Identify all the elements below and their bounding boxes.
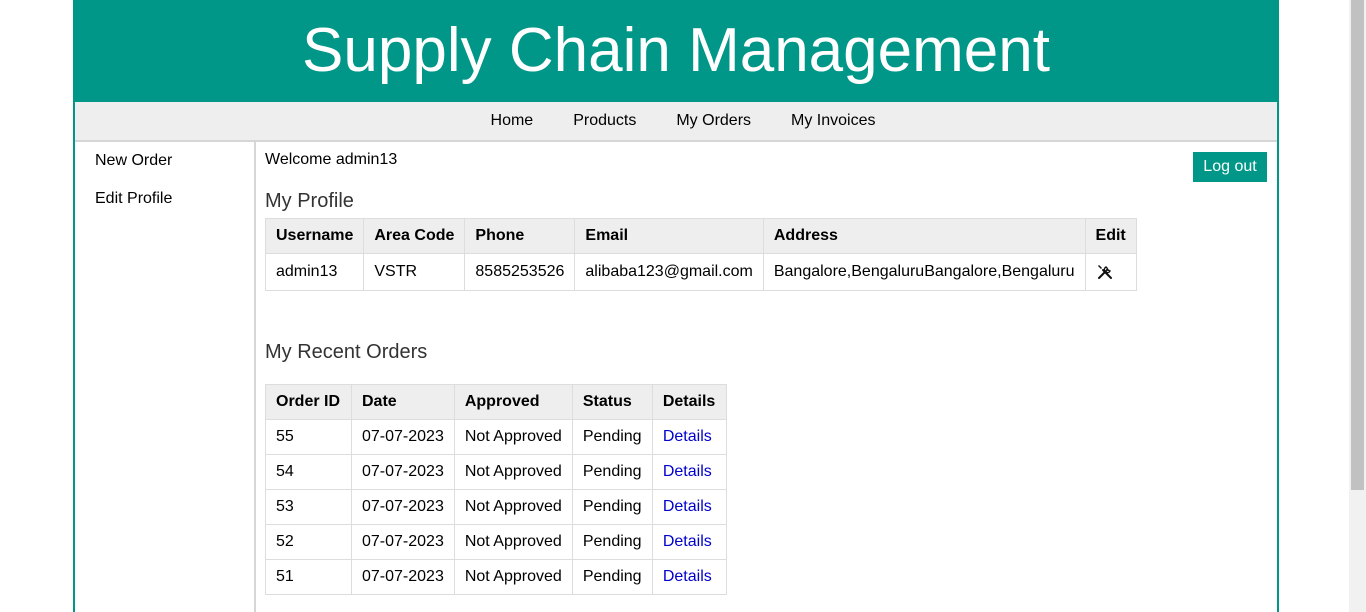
order-id: 55	[265, 419, 352, 455]
order-details-cell: Details	[651, 419, 727, 455]
col-edit: Edit	[1084, 218, 1137, 254]
page-container: Supply Chain Management Home Products My…	[73, 0, 1279, 612]
profile-email: alibaba123@gmail.com	[574, 253, 764, 291]
col-address: Address	[762, 218, 1086, 254]
profile-table: Username Area Code Phone Email Address E…	[264, 218, 1137, 291]
order-date: 07-07-2023	[351, 419, 455, 455]
order-date: 07-07-2023	[351, 524, 455, 560]
order-status: Pending	[571, 454, 653, 490]
order-id: 51	[265, 559, 352, 595]
order-status: Pending	[571, 559, 653, 595]
order-approved: Not Approved	[453, 489, 573, 525]
logout-button[interactable]: Log out	[1193, 152, 1267, 182]
col-approved: Approved	[453, 384, 573, 420]
order-details-link[interactable]: Details	[663, 568, 712, 585]
order-id: 53	[265, 489, 352, 525]
order-details-cell: Details	[651, 559, 727, 595]
welcome-message: Welcome admin13	[265, 151, 398, 168]
nav-products[interactable]: Products	[553, 102, 656, 140]
order-approved: Not Approved	[453, 454, 573, 490]
profile-username: admin13	[264, 253, 365, 291]
table-row: 54 07-07-2023 Not Approved Pending Detai…	[265, 454, 727, 490]
order-date: 07-07-2023	[351, 454, 455, 490]
table-row: 55 07-07-2023 Not Approved Pending Detai…	[265, 419, 727, 455]
order-status: Pending	[571, 489, 653, 525]
nav-my-orders[interactable]: My Orders	[656, 102, 771, 140]
profile-edit-cell	[1084, 253, 1137, 291]
order-approved: Not Approved	[453, 524, 573, 560]
order-date: 07-07-2023	[351, 489, 455, 525]
col-username: Username	[264, 218, 365, 254]
main-content: Welcome admin13 Log out My Profile Usern…	[264, 142, 1277, 612]
col-order-id: Order ID	[265, 384, 352, 420]
profile-area-code: VSTR	[363, 253, 466, 291]
order-date: 07-07-2023	[351, 559, 455, 595]
order-details-cell: Details	[651, 489, 727, 525]
col-details: Details	[651, 384, 727, 420]
order-approved: Not Approved	[453, 419, 573, 455]
site-title: Supply Chain Management	[302, 16, 1050, 85]
top-nav: Home Products My Orders My Invoices	[75, 102, 1277, 142]
profile-row: admin13 VSTR 8585253526 alibaba123@gmail…	[264, 253, 1137, 291]
table-row: 51 07-07-2023 Not Approved Pending Detai…	[265, 559, 727, 595]
sidebar: New Order Edit Profile	[75, 142, 256, 612]
table-row: 53 07-07-2023 Not Approved Pending Detai…	[265, 489, 727, 525]
sidebar-item-edit-profile[interactable]: Edit Profile	[75, 189, 254, 208]
table-row: 52 07-07-2023 Not Approved Pending Detai…	[265, 524, 727, 560]
profile-address: Bangalore,BengaluruBangalore,Bengaluru	[762, 253, 1086, 291]
order-details-cell: Details	[651, 454, 727, 490]
col-date: Date	[351, 384, 455, 420]
order-status: Pending	[571, 419, 653, 455]
profile-heading: My Profile	[265, 190, 354, 212]
col-phone: Phone	[464, 218, 576, 254]
profile-phone: 8585253526	[464, 253, 576, 291]
order-id: 54	[265, 454, 352, 490]
profile-header-row: Username Area Code Phone Email Address E…	[264, 218, 1137, 254]
orders-header-row: Order ID Date Approved Status Details	[265, 384, 727, 420]
orders-table: Order ID Date Approved Status Details 55…	[265, 384, 727, 595]
page-scrollbar[interactable]	[1349, 0, 1366, 612]
order-details-link[interactable]: Details	[663, 533, 712, 550]
order-details-link[interactable]: Details	[663, 498, 712, 515]
nav-my-invoices[interactable]: My Invoices	[771, 102, 895, 140]
order-details-link[interactable]: Details	[663, 463, 712, 480]
sidebar-item-new-order[interactable]: New Order	[75, 151, 254, 170]
col-area-code: Area Code	[363, 218, 466, 254]
order-details-link[interactable]: Details	[663, 428, 712, 445]
col-status: Status	[571, 384, 653, 420]
col-email: Email	[574, 218, 764, 254]
order-status: Pending	[571, 524, 653, 560]
order-approved: Not Approved	[453, 559, 573, 595]
order-id: 52	[265, 524, 352, 560]
orders-heading: My Recent Orders	[265, 341, 428, 363]
order-details-cell: Details	[651, 524, 727, 560]
tools-icon[interactable]	[1096, 263, 1114, 281]
scrollbar-thumb[interactable]	[1351, 0, 1364, 490]
site-header: Supply Chain Management	[73, 0, 1279, 102]
nav-home[interactable]: Home	[471, 102, 554, 140]
